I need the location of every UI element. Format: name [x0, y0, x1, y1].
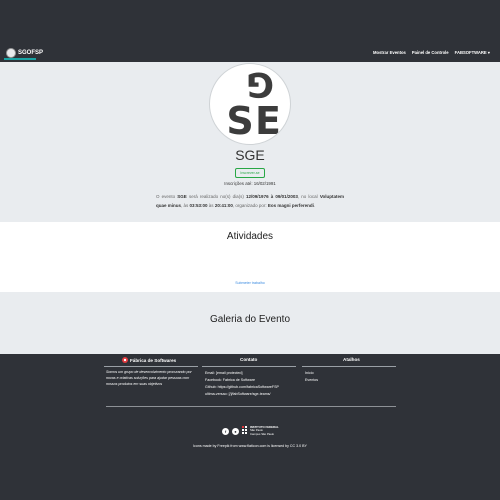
footer-about-text: Somos um grupo de desenvolvimento procur… — [106, 370, 192, 386]
footer-col-divider — [302, 366, 396, 367]
nav-user-dropdown[interactable]: FABSOFTWARE ▾ — [455, 50, 490, 55]
event-title: SGE — [235, 147, 265, 163]
footer-col-fabrica-title: Fábrica de Softwares — [122, 357, 176, 363]
brand-logo-icon — [6, 48, 16, 58]
desc-end-time: 20:41:00 — [214, 203, 233, 208]
logo-letter-g: G — [246, 64, 274, 104]
gallery-title: Galeria do Evento — [209, 314, 291, 325]
desc-text: será realizado no(s) dia(s) — [186, 194, 247, 199]
github-icon[interactable]: ● — [232, 428, 239, 435]
ifsp-line: Campus São Paulo — [250, 431, 275, 436]
desc-organizer: Eos magni perferendi — [267, 203, 314, 208]
desc-text: às — [207, 203, 215, 208]
ifsp-mark-icon — [242, 426, 248, 436]
nav-links: Mostrar Eventos Painel de Controle FABSO… — [373, 50, 490, 55]
footer-col-fabrica-label: Fábrica de Softwares — [130, 357, 177, 363]
subscribe-button[interactable]: Inscrever-se — [235, 168, 265, 178]
registration-deadline: Inscrições até: 16/02/1991 — [224, 181, 276, 186]
footer-col-divider — [202, 366, 296, 367]
event-description: O evento SGE será realizado no(s) dia(s)… — [156, 192, 344, 210]
contact-email[interactable]: Email: [email protected] — [205, 370, 303, 377]
navbar: SGOFSP Mostrar Eventos Painel de Control… — [0, 0, 500, 62]
desc-text: . — [313, 203, 316, 208]
nav-link-painel-de-controle[interactable]: Painel de Controle — [412, 50, 449, 55]
footer-col-divider — [104, 366, 198, 367]
fabrica-logo-icon — [122, 357, 128, 363]
footer-col-atalhos-title: Atalhos — [343, 357, 360, 362]
contact-latest-version[interactable]: ultima-versao: [/]/fabSoftware/sge-teams… — [205, 391, 303, 398]
brand-name: SGOFSP — [18, 50, 44, 56]
logo-letter-s: S — [226, 99, 253, 143]
submit-work-link[interactable]: Submeter trabalho — [0, 281, 500, 285]
facebook-icon[interactable]: f — [222, 428, 229, 435]
icon-credit: Icons made by Freepik from www.flaticon.… — [193, 444, 307, 448]
ifsp-text: INSTITUTO FEDERAL São Paulo Campus São P… — [250, 425, 279, 436]
contact-github[interactable]: Github: https://github.com/fabricaSoftwa… — [205, 384, 303, 391]
event-logo: G S E — [209, 63, 291, 145]
social-icons: f ● — [222, 428, 239, 435]
desc-event-dates: 12/09/1976 à 09/01/2003 — [246, 194, 298, 199]
footer-divider — [106, 406, 396, 407]
brand-underline — [4, 58, 36, 60]
activities-title: Atividades — [226, 231, 274, 242]
footer-shortcuts: Início Eventos — [305, 370, 318, 384]
footer-col-contato-title: Contato — [240, 357, 258, 362]
desc-text: , organizado por: — [232, 203, 268, 208]
footer-contact-list: Email: [email protected] Facebook: Fabri… — [205, 370, 303, 398]
footer-link-eventos[interactable]: Eventos — [305, 377, 318, 384]
desc-event-name: SGE — [177, 194, 187, 199]
desc-text: , no local — [297, 194, 320, 199]
desc-text: , às — [181, 203, 190, 208]
footer-link-inicio[interactable]: Início — [305, 370, 318, 377]
brand-link[interactable]: SGOFSP — [6, 48, 43, 58]
desc-start-time: 03:53:00 — [189, 203, 208, 208]
sge-logo-icon: G S E — [226, 64, 281, 143]
ifsp-logo: INSTITUTO FEDERAL São Paulo Campus São P… — [242, 425, 279, 436]
contact-facebook[interactable]: Facebook: Fabrica de Software — [205, 377, 303, 384]
nav-link-mostrar-eventos[interactable]: Mostrar Eventos — [373, 50, 406, 55]
desc-text: O evento — [156, 194, 178, 199]
